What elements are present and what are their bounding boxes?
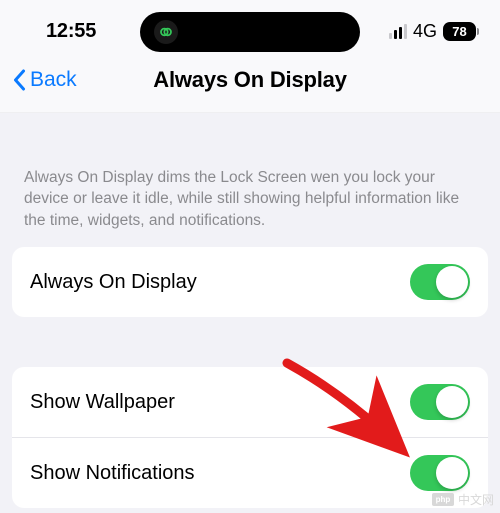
wallpaper-label: Show Wallpaper <box>30 391 175 414</box>
back-label: Back <box>30 68 77 92</box>
battery-percent: 78 <box>452 24 466 39</box>
wallpaper-toggle[interactable] <box>410 384 470 420</box>
watermark-logo: php <box>432 493 454 506</box>
dynamic-island[interactable] <box>140 12 360 52</box>
setting-row-wallpaper: Show Wallpaper <box>12 367 488 438</box>
settings-group-options: Show Wallpaper Show Notifications <box>12 367 488 508</box>
nav-bar: Back Always On Display <box>0 54 500 113</box>
link-icon <box>154 20 178 44</box>
notifications-toggle[interactable] <box>410 455 470 491</box>
chevron-left-icon <box>12 69 27 91</box>
watermark: php 中文网 <box>432 491 494 508</box>
back-button[interactable]: Back <box>12 68 77 92</box>
aod-label: Always On Display <box>30 271 197 294</box>
page-title: Always On Display <box>153 67 346 93</box>
setting-row-aod: Always On Display <box>12 247 488 317</box>
status-right: 4G 78 <box>389 21 476 42</box>
toggle-knob <box>436 457 468 489</box>
battery-icon: 78 <box>443 22 476 41</box>
aod-toggle[interactable] <box>410 264 470 300</box>
status-time: 12:55 <box>46 20 96 43</box>
watermark-text: 中文网 <box>458 491 494 508</box>
status-bar: 12:55 4G 78 <box>0 0 500 54</box>
toggle-knob <box>436 266 468 298</box>
network-label: 4G <box>413 21 437 42</box>
signal-icon <box>389 24 407 39</box>
setting-row-notifications: Show Notifications <box>12 438 488 508</box>
notifications-label: Show Notifications <box>30 462 195 485</box>
description-text: Always On Display dims the Lock Screen w… <box>0 113 500 247</box>
toggle-knob <box>436 386 468 418</box>
settings-group-main: Always On Display <box>12 247 488 317</box>
